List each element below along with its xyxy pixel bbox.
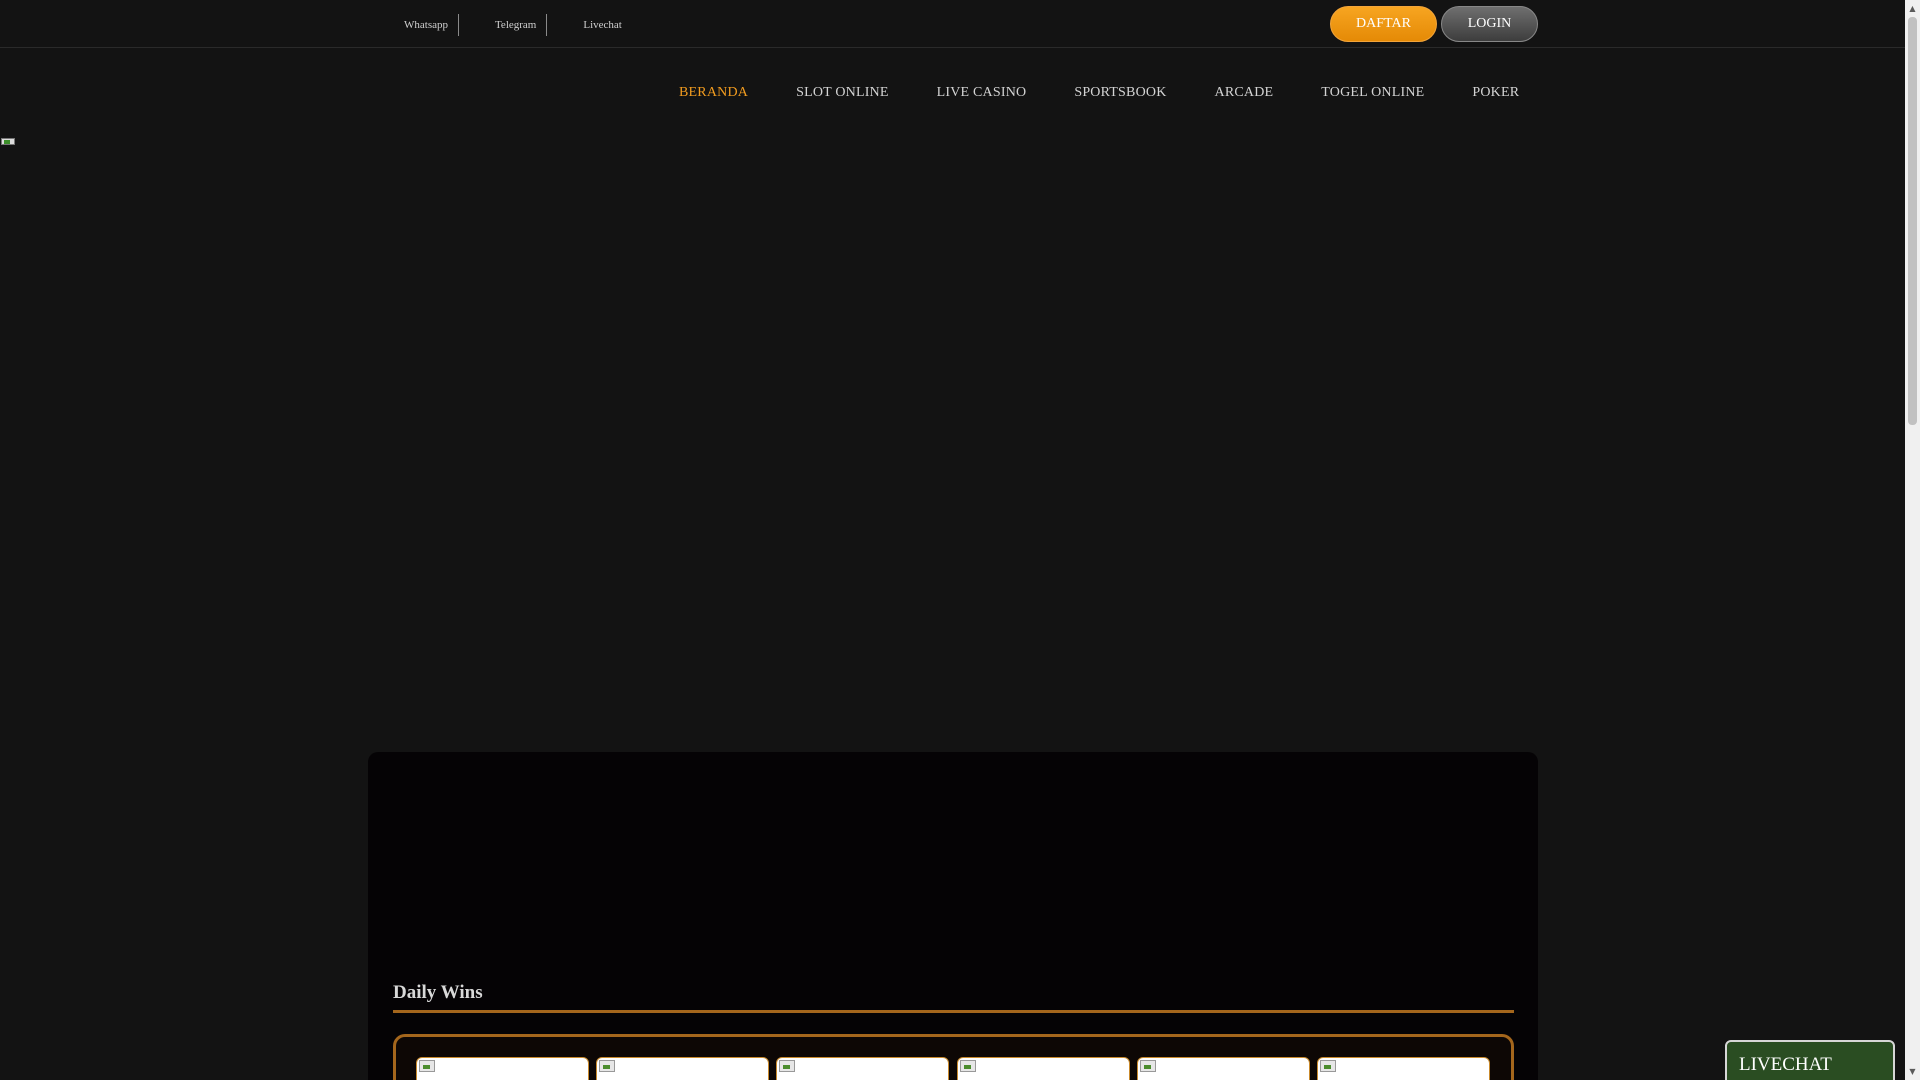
page: Whatsapp Telegram Livechat DAFTAR LOGIN … <box>0 0 1905 1080</box>
broken-image-icon <box>779 1060 795 1072</box>
title-divider <box>393 1010 1514 1013</box>
hero-banner[interactable] <box>0 137 1905 752</box>
content-panel: Daily Wins <box>368 752 1538 1080</box>
nav-item-arcade[interactable]: ARCADE <box>1191 49 1298 137</box>
nav-item-live-casino[interactable]: LIVE CASINO <box>913 49 1051 137</box>
daily-wins-list <box>393 1034 1514 1080</box>
broken-image-icon <box>599 1060 615 1072</box>
win-card[interactable] <box>776 1057 949 1080</box>
nav-item-beranda[interactable]: BERANDA <box>655 49 772 137</box>
daftar-button[interactable]: DAFTAR <box>1330 6 1437 42</box>
nav-item-togel-online[interactable]: TOGEL ONLINE <box>1297 49 1448 137</box>
nav-item-sportsbook[interactable]: SPORTSBOOK <box>1050 49 1190 137</box>
contact-links: Whatsapp Telegram Livechat <box>390 14 632 36</box>
broken-image-icon <box>1320 1060 1336 1072</box>
livechat-widget[interactable]: LIVECHAT <box>1725 1040 1895 1080</box>
win-card[interactable] <box>596 1057 769 1080</box>
broken-image-icon <box>0 137 16 146</box>
top-bar: Whatsapp Telegram Livechat DAFTAR LOGIN <box>0 0 1905 48</box>
win-card[interactable] <box>416 1057 589 1080</box>
telegram-link[interactable]: Telegram <box>481 14 548 36</box>
telegram-label: Telegram <box>494 19 537 31</box>
main-nav: BERANDA SLOT ONLINE LIVE CASINO SPORTSBO… <box>0 49 1905 137</box>
nav-menu: BERANDA SLOT ONLINE LIVE CASINO SPORTSBO… <box>655 49 1543 137</box>
whatsapp-label: Whatsapp <box>404 19 448 31</box>
livechat-link[interactable]: Livechat <box>569 14 631 36</box>
daily-wins-title: Daily Wins <box>393 982 483 1003</box>
page-scrollbar[interactable]: ▲ ▼ <box>1905 0 1920 1080</box>
login-button[interactable]: LOGIN <box>1441 6 1538 42</box>
livechat-label: Livechat <box>583 19 622 31</box>
scroll-down-icon[interactable]: ▼ <box>1905 1063 1920 1080</box>
scroll-up-icon[interactable]: ▲ <box>1905 0 1920 17</box>
whatsapp-link[interactable]: Whatsapp <box>390 14 459 36</box>
win-card[interactable] <box>957 1057 1130 1080</box>
win-card[interactable] <box>1137 1057 1310 1080</box>
nav-item-slot-online[interactable]: SLOT ONLINE <box>772 49 913 137</box>
broken-image-icon <box>1140 1060 1156 1072</box>
nav-item-poker[interactable]: POKER <box>1448 49 1543 137</box>
scroll-thumb[interactable] <box>1908 17 1917 425</box>
broken-image-icon <box>960 1060 976 1072</box>
broken-image-icon <box>419 1060 435 1072</box>
win-card[interactable] <box>1317 1057 1490 1080</box>
